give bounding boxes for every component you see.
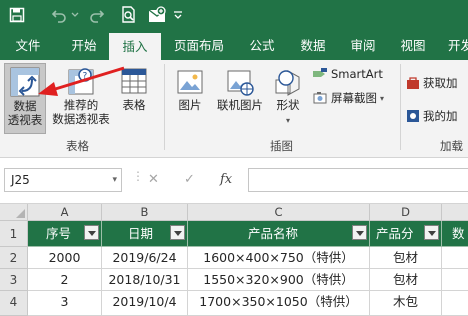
filter-dropdown-icon[interactable] — [424, 225, 439, 240]
name-box[interactable]: J25 ▾ — [4, 168, 122, 192]
table-cell[interactable]: 1600×400×750（特供） — [188, 247, 370, 269]
name-box-dropdown-icon[interactable]: ▾ — [112, 169, 117, 191]
header-label-quantity: 数 — [452, 226, 465, 241]
spreadsheet-grid: A B C D 1 2 3 4 序号 日期 产品名称 产品分 数 2000 20… — [0, 204, 468, 316]
save-icon[interactable] — [6, 5, 28, 25]
tab-home[interactable]: 开始 — [56, 31, 112, 60]
table-cell[interactable]: 3 — [28, 291, 102, 316]
column-header-d[interactable]: D — [370, 204, 442, 221]
header-label-product-category: 产品分 — [376, 226, 414, 241]
table-header-cell[interactable]: 日期 — [102, 221, 188, 247]
row-header-4[interactable]: 4 — [0, 291, 28, 316]
formula-bar: J25 ▾ ⋮ ✕ ✓ fx — [0, 158, 468, 204]
table-cell[interactable]: 2000 — [28, 247, 102, 269]
table-cell[interactable]: 2019/6/24 — [102, 247, 188, 269]
cancel-formula-icon[interactable]: ✕ — [148, 172, 159, 187]
customize-toolbar-icon[interactable] — [172, 5, 184, 25]
ribbon-insert: 数据 透视表 ? 推荐的 数据透视表 表格 表格 图片 联机图片 形状 ▾ Sm… — [0, 60, 468, 158]
annotation-arrow-icon — [38, 66, 125, 96]
name-box-value: J25 — [11, 173, 30, 187]
select-all-corner[interactable] — [0, 204, 28, 221]
table-cell[interactable]: 包材 — [370, 247, 442, 269]
header-label-seq: 序号 — [46, 226, 72, 241]
tab-data[interactable]: 数据 — [289, 31, 337, 60]
column-header-b[interactable]: B — [102, 204, 188, 221]
table-cell[interactable]: 木包 — [370, 291, 442, 316]
row-header-2[interactable]: 2 — [0, 247, 28, 269]
tab-formulas[interactable]: 公式 — [237, 31, 287, 60]
table-cell[interactable] — [442, 269, 468, 291]
title-bar — [0, 0, 468, 31]
tab-view[interactable]: 视图 — [389, 31, 437, 60]
tab-developer[interactable]: 开发 — [440, 31, 468, 60]
vertical-dots-icon: ⋮ — [132, 169, 144, 183]
header-label-date: 日期 — [128, 226, 154, 241]
undo-icon[interactable] — [48, 5, 70, 25]
column-header-c[interactable]: C — [188, 204, 370, 221]
tab-page-layout[interactable]: 页面布局 — [163, 31, 235, 60]
filter-dropdown-icon[interactable] — [84, 225, 99, 240]
table-cell[interactable]: 1700×350×1050（特供） — [188, 291, 370, 316]
enter-formula-icon[interactable]: ✓ — [184, 172, 195, 187]
table-cell[interactable]: 1550×320×900（特供） — [188, 269, 370, 291]
tab-file[interactable]: 文件 — [0, 31, 56, 60]
table-header-cell[interactable]: 产品名称 — [188, 221, 370, 247]
column-header-e[interactable] — [442, 204, 468, 221]
table-cell[interactable]: 2019/10/4 — [102, 291, 188, 316]
tab-insert[interactable]: 插入 — [109, 33, 161, 60]
undo-dropdown-icon[interactable] — [70, 5, 80, 25]
table-header-cell[interactable]: 数 — [442, 221, 468, 247]
email-attachment-icon[interactable] — [146, 5, 168, 25]
table-cell[interactable]: 包材 — [370, 269, 442, 291]
redo-icon[interactable] — [86, 5, 108, 25]
row-header-3[interactable]: 3 — [0, 269, 28, 291]
formula-input[interactable] — [248, 168, 468, 192]
table-cell[interactable] — [442, 291, 468, 316]
header-label-product-name: 产品名称 — [248, 226, 299, 241]
tab-review[interactable]: 审阅 — [339, 31, 387, 60]
table-header-cell[interactable]: 序号 — [28, 221, 102, 247]
row-header-1[interactable]: 1 — [0, 221, 28, 247]
table-cell[interactable]: 2 — [28, 269, 102, 291]
table-cell[interactable]: 2018/10/31 — [102, 269, 188, 291]
insert-function-icon[interactable]: fx — [220, 172, 232, 187]
filter-dropdown-icon[interactable] — [170, 225, 185, 240]
table-cell[interactable] — [442, 247, 468, 269]
ribbon-tabs: 文件 开始 插入 页面布局 公式 数据 审阅 视图 开发 — [0, 31, 468, 60]
column-header-a[interactable]: A — [28, 204, 102, 221]
table-header-cell[interactable]: 产品分 — [370, 221, 442, 247]
filter-dropdown-icon[interactable] — [352, 225, 367, 240]
print-preview-icon[interactable] — [118, 5, 140, 25]
